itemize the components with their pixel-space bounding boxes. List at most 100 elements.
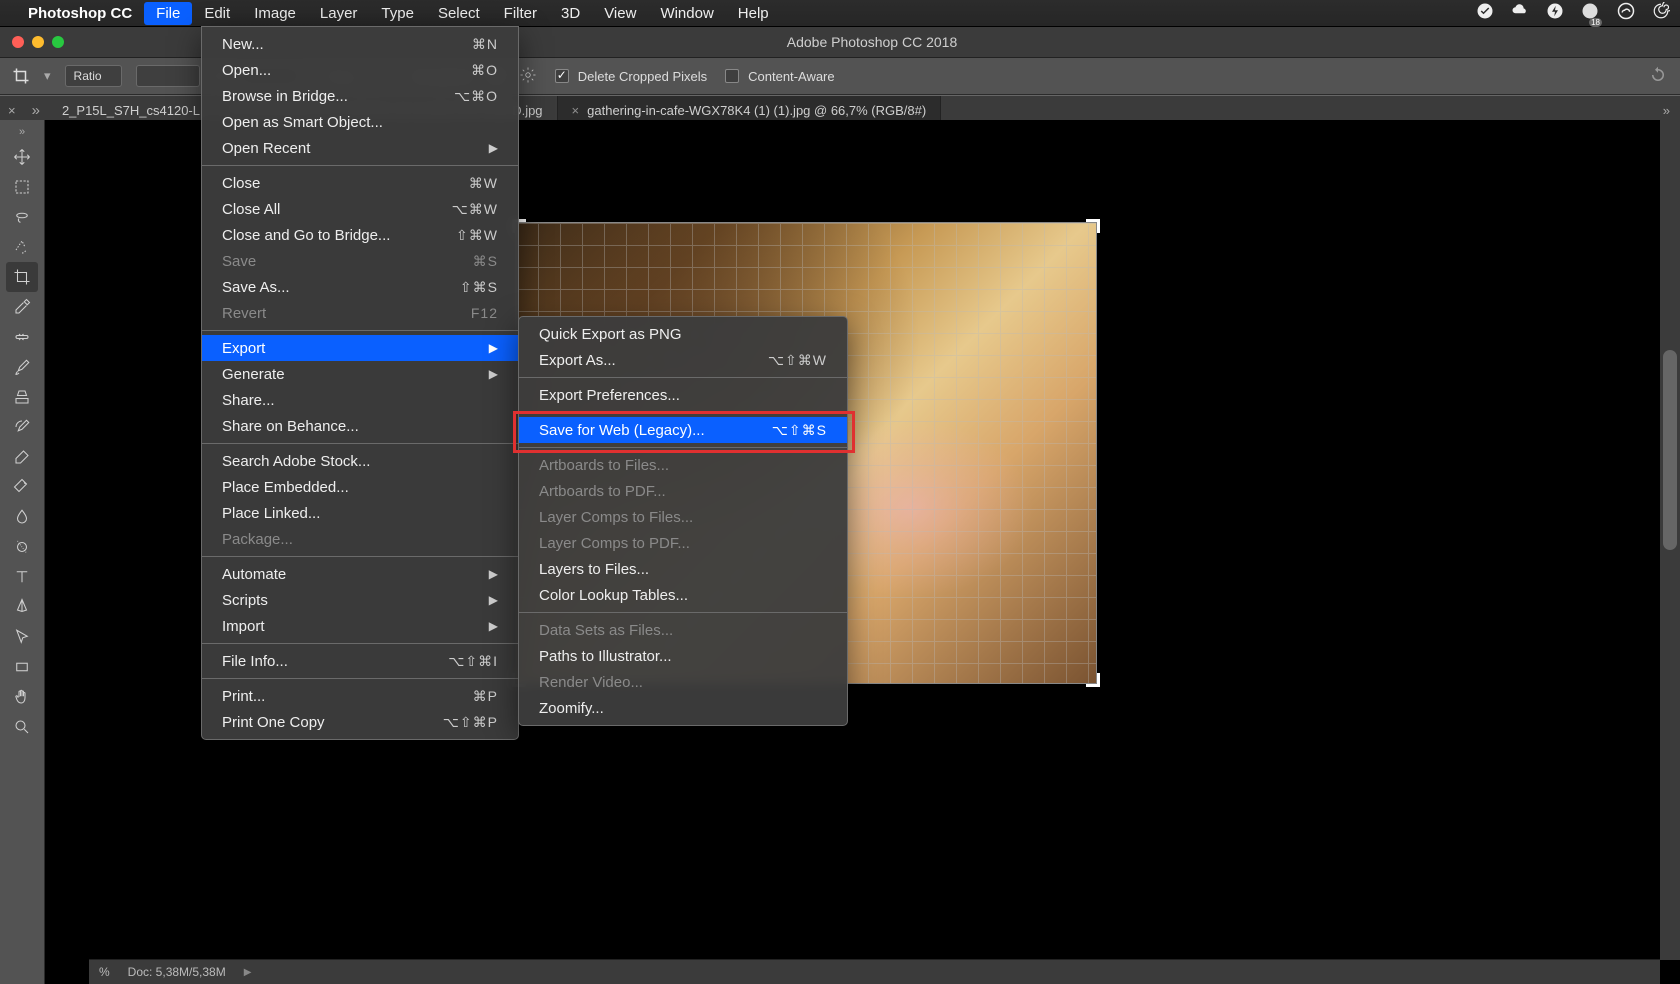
menu-item-label: Zoomify... — [539, 700, 604, 717]
menu-layer[interactable]: Layer — [308, 2, 370, 25]
menu-item[interactable]: Place Embedded... — [202, 474, 518, 500]
menu-window[interactable]: Window — [648, 2, 725, 25]
menu-item[interactable]: Share on Behance... — [202, 413, 518, 439]
menu-item[interactable]: Export As...⌥⇧⌘W — [519, 347, 847, 373]
creative-cloud-icon[interactable] — [1616, 2, 1636, 25]
cloud-icon[interactable] — [1510, 2, 1530, 25]
menu-item[interactable]: Color Lookup Tables... — [519, 582, 847, 608]
hand-tool[interactable] — [6, 682, 38, 712]
menu-item[interactable]: Generate▶ — [202, 361, 518, 387]
zoom-value[interactable]: % — [99, 965, 110, 979]
menu-edit[interactable]: Edit — [192, 2, 242, 25]
menu-item[interactable]: New...⌘N — [202, 31, 518, 57]
menu-item[interactable]: Export▶ — [202, 335, 518, 361]
menu-item: Data Sets as Files... — [519, 617, 847, 643]
menu-file[interactable]: File — [144, 2, 192, 25]
menu-item[interactable]: Search Adobe Stock... — [202, 448, 518, 474]
brush-tool[interactable] — [6, 352, 38, 382]
menu-3d[interactable]: 3D — [549, 2, 592, 25]
blur-tool[interactable] — [6, 502, 38, 532]
menu-item[interactable]: Print One Copy⌥⇧⌘P — [202, 709, 518, 735]
menu-image[interactable]: Image — [242, 2, 308, 25]
rectangular-marquee-tool[interactable] — [6, 172, 38, 202]
eyedropper-tool[interactable] — [6, 292, 38, 322]
menu-item[interactable]: Open as Smart Object... — [202, 109, 518, 135]
tools-panel: » — [0, 120, 45, 984]
crop-width-input[interactable] — [136, 65, 200, 87]
vertical-scrollbar[interactable] — [1660, 120, 1680, 960]
menu-item[interactable]: File Info...⌥⇧⌘I — [202, 648, 518, 674]
zoom-tool[interactable] — [6, 712, 38, 742]
bolt-icon[interactable] — [1546, 2, 1564, 25]
pen-tool[interactable] — [6, 592, 38, 622]
close-tab-icon[interactable]: × — [572, 103, 580, 118]
close-window-icon[interactable] — [12, 36, 24, 48]
menu-item[interactable]: Open...⌘O — [202, 57, 518, 83]
menu-item-label: Revert — [222, 305, 266, 322]
reset-crop-icon[interactable] — [1648, 66, 1668, 87]
crop-ratio-select[interactable]: Ratio — [65, 65, 122, 87]
status-bar: % Doc: 5,38M/5,38M ▶ — [89, 959, 1660, 984]
close-all-tabs-icon[interactable]: × — [0, 103, 24, 118]
crop-tool[interactable] — [6, 262, 38, 292]
zoom-window-icon[interactable] — [52, 36, 64, 48]
menu-item[interactable]: Zoomify... — [519, 695, 847, 721]
menu-select[interactable]: Select — [426, 2, 492, 25]
menu-item[interactable]: Share... — [202, 387, 518, 413]
delete-cropped-checkbox[interactable]: Delete Cropped Pixels — [551, 66, 707, 86]
menu-item[interactable]: Close and Go to Bridge...⇧⌘W — [202, 222, 518, 248]
file-menu: New...⌘NOpen...⌘OBrowse in Bridge...⌥⌘OO… — [201, 26, 519, 740]
menu-item[interactable]: Place Linked... — [202, 500, 518, 526]
menu-view[interactable]: View — [592, 2, 648, 25]
type-tool[interactable] — [6, 562, 38, 592]
menu-item[interactable]: Automate▶ — [202, 561, 518, 587]
rectangle-tool[interactable] — [6, 652, 38, 682]
spot-healing-brush-tool[interactable] — [6, 322, 38, 352]
submenu-arrow-icon: ▶ — [489, 567, 498, 581]
eraser-tool[interactable] — [6, 442, 38, 472]
submenu-arrow-icon: ▶ — [489, 619, 498, 633]
menu-item[interactable]: Save As...⇧⌘S — [202, 274, 518, 300]
clone-stamp-tool[interactable] — [6, 382, 38, 412]
window-traffic-lights[interactable] — [12, 36, 64, 48]
menu-item[interactable]: Layers to Files... — [519, 556, 847, 582]
menu-help[interactable]: Help — [726, 2, 781, 25]
dodge-tool[interactable] — [6, 532, 38, 562]
gradient-tool[interactable] — [6, 472, 38, 502]
menu-item[interactable]: Open Recent▶ — [202, 135, 518, 161]
tab-label: 2_P15L_S7H_cs4120-L — [62, 103, 200, 118]
menu-filter[interactable]: Filter — [492, 2, 549, 25]
toolbar-collapse-icon[interactable]: » — [19, 126, 25, 138]
menu-item[interactable]: Save for Web (Legacy)...⌥⇧⌘S — [519, 417, 847, 443]
menu-item[interactable]: Print...⌘P — [202, 683, 518, 709]
tool-preset-dropdown-icon[interactable]: ▾ — [44, 68, 51, 84]
menu-item[interactable]: Import▶ — [202, 613, 518, 639]
tab-overflow-icon[interactable]: » — [24, 102, 48, 119]
menu-item[interactable]: Export Preferences... — [519, 382, 847, 408]
quick-selection-tool[interactable] — [6, 232, 38, 262]
check-circle-icon[interactable] — [1476, 2, 1494, 25]
menu-shortcut: ⌘S — [473, 253, 498, 270]
minimize-window-icon[interactable] — [32, 36, 44, 48]
move-tool[interactable] — [6, 142, 38, 172]
history-brush-tool[interactable] — [6, 412, 38, 442]
status-menu-icon[interactable]: ▶ — [244, 967, 252, 978]
menu-item[interactable]: Close⌘W — [202, 170, 518, 196]
crop-options-gear-icon[interactable] — [519, 66, 537, 87]
menu-item-label: Print One Copy — [222, 714, 325, 731]
crop-tool-icon[interactable] — [12, 67, 30, 85]
app-name[interactable]: Photoshop CC — [28, 5, 132, 22]
notification-badge-icon[interactable]: 18 — [1580, 2, 1600, 25]
path-selection-tool[interactable] — [6, 622, 38, 652]
menu-item[interactable]: Close All⌥⌘W — [202, 196, 518, 222]
menu-item[interactable]: Browse in Bridge...⌥⌘O — [202, 83, 518, 109]
menu-item[interactable]: Scripts▶ — [202, 587, 518, 613]
lasso-tool[interactable] — [6, 202, 38, 232]
content-aware-checkbox[interactable]: Content-Aware — [721, 66, 834, 86]
spiral-icon[interactable] — [1652, 2, 1670, 25]
doc-size[interactable]: Doc: 5,38M/5,38M — [128, 965, 226, 979]
tab-scroll-right-icon[interactable]: » — [1653, 103, 1680, 118]
menu-item[interactable]: Paths to Illustrator... — [519, 643, 847, 669]
menu-item[interactable]: Quick Export as PNG — [519, 321, 847, 347]
menu-type[interactable]: Type — [369, 2, 426, 25]
